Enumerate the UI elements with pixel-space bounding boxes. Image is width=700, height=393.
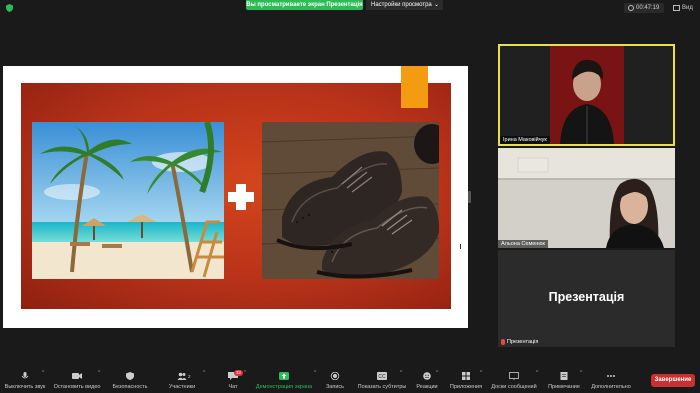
security-shield-icon <box>126 372 134 380</box>
security-label: Безопасность <box>112 384 148 390</box>
svg-text:CC: CC <box>378 374 386 380</box>
participant-video-2 <box>498 148 675 248</box>
security-button[interactable]: Безопасность <box>110 372 150 391</box>
participant-name-2: Альона Семенюк <box>498 240 548 248</box>
share-screen-button[interactable]: Демонстрация экрана <box>254 372 314 391</box>
participants-icon <box>177 372 187 380</box>
view-label: Вид <box>682 5 693 11</box>
video-camera-icon <box>72 373 82 379</box>
notes-button[interactable]: Примечание <box>546 372 582 391</box>
participants-options-chevron-icon[interactable]: ^ <box>203 370 205 376</box>
captions-label: Показать субтитры <box>357 384 407 390</box>
apps-button[interactable]: Приложения <box>448 372 484 391</box>
participant-name-3-text: Презентація <box>507 339 539 345</box>
apps-options-chevron-icon[interactable]: ^ <box>480 370 482 376</box>
muted-mic-icon <box>501 339 505 345</box>
view-button[interactable]: Вид <box>673 3 693 13</box>
chat-options-chevron-icon[interactable]: ^ <box>244 370 246 376</box>
top-bar: Вы просматриваете экран Презентація Наст… <box>0 0 700 16</box>
chevron-down-icon: ⌄ <box>433 2 439 8</box>
mouse-cursor <box>460 244 464 249</box>
participants-count: 2 <box>188 374 191 379</box>
clock-icon <box>628 5 634 11</box>
stop-video-label: Остановить видео <box>53 384 101 390</box>
notes-options-chevron-icon[interactable]: ^ <box>580 370 582 376</box>
record-icon <box>330 372 340 380</box>
notes-label: Примечание <box>548 384 580 390</box>
video-options-chevron-icon[interactable]: ^ <box>98 370 100 376</box>
microphone-icon <box>21 372 29 379</box>
more-label: Дополнительно <box>591 384 631 390</box>
notes-icon <box>560 372 568 380</box>
encryption-shield-icon[interactable] <box>6 4 13 12</box>
mute-label: Выключить звук <box>4 384 46 390</box>
meeting-timer: 00:47:19 <box>624 3 665 13</box>
meeting-toolbar: Выключить звук ^ Остановить видео ^ Безо… <box>0 365 700 393</box>
participants-button[interactable]: Участники <box>166 372 198 391</box>
panel-resize-handle[interactable] <box>468 191 471 203</box>
whiteboards-label: Доски сообщений <box>491 384 537 390</box>
stop-video-button[interactable]: Остановить видео <box>52 372 102 391</box>
share-screen-label: Демонстрация экрана <box>255 384 313 390</box>
screen-share-notice: Вы просматриваете экран Презентація <box>246 0 363 10</box>
participant-name-3: Презентація <box>498 338 541 346</box>
record-label: Запись <box>325 384 345 390</box>
timer-value: 00:47:19 <box>636 5 660 11</box>
share-screen-icon <box>279 372 289 380</box>
share-options-chevron-icon[interactable]: ^ <box>314 370 316 376</box>
record-button[interactable]: Запись <box>322 372 348 391</box>
shared-screen <box>3 66 468 328</box>
participants-label: Участники <box>168 384 196 390</box>
captions-icon: CC <box>377 372 387 380</box>
participant-tile-1[interactable]: Ірина Маковійчук <box>498 44 675 146</box>
apps-label: Приложения <box>449 384 483 390</box>
mute-options-chevron-icon[interactable]: ^ <box>42 370 44 376</box>
whiteboards-button[interactable]: Доски сообщений <box>490 372 538 391</box>
view-options-label: Настройки просмотра <box>371 2 432 8</box>
end-meeting-button[interactable]: Завершение <box>651 374 695 387</box>
participant-tile-2[interactable]: Альона Семенюк <box>498 148 675 248</box>
participant-tile-3[interactable]: Презентація Презентація <box>498 250 675 347</box>
chat-button[interactable]: 32 Чат <box>222 370 244 391</box>
reactions-icon <box>423 372 431 380</box>
beach-image <box>32 122 224 279</box>
view-options-dropdown[interactable]: Настройки просмотра ⌄ <box>366 0 443 10</box>
more-button[interactable]: Дополнительно <box>590 372 632 391</box>
whiteboard-icon <box>509 372 519 380</box>
whiteboards-options-chevron-icon[interactable]: ^ <box>536 370 538 376</box>
apps-icon <box>462 372 470 380</box>
zoom-meeting-window: Вы просматриваете экран Презентація Наст… <box>0 0 700 393</box>
slide-accent-block <box>401 66 428 108</box>
reactions-label: Реакции <box>416 384 438 390</box>
reactions-options-chevron-icon[interactable]: ^ <box>436 370 438 376</box>
captions-options-chevron-icon[interactable]: ^ <box>400 370 402 376</box>
plus-sign-icon <box>228 184 254 210</box>
grid-view-icon <box>673 5 680 11</box>
participant-video-1 <box>500 46 673 144</box>
participant-placeholder-label: Презентація <box>548 290 625 304</box>
chat-label: Чат <box>228 384 238 390</box>
more-icon <box>607 375 615 377</box>
shoes-image <box>262 122 439 279</box>
chat-unread-badge: 32 <box>234 370 244 376</box>
mute-button[interactable]: Выключить звук <box>4 372 46 391</box>
participant-name-1: Ірина Маковійчук <box>500 136 550 144</box>
